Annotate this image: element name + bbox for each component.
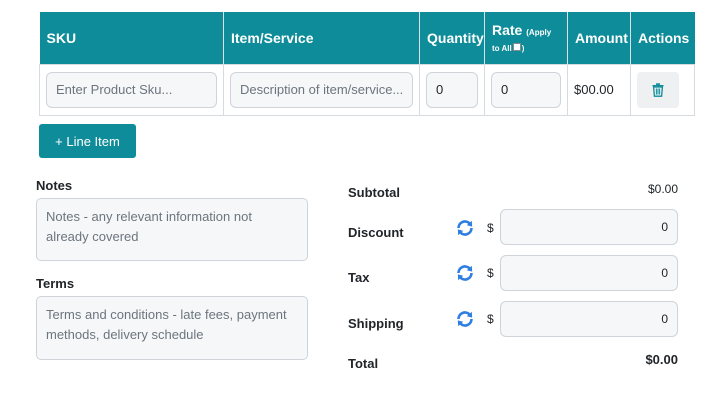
discount-input[interactable] xyxy=(500,209,678,245)
delete-row-button[interactable] xyxy=(637,71,679,108)
subtotal-label: Subtotal xyxy=(348,185,400,200)
quantity-cell xyxy=(419,63,485,116)
trash-icon xyxy=(652,82,664,97)
sku-input[interactable] xyxy=(46,71,217,108)
total-value: $0.00 xyxy=(645,352,678,367)
shipping-label: Shipping xyxy=(348,316,404,331)
tax-label: Tax xyxy=(348,270,370,285)
terms-label: Terms xyxy=(36,276,75,291)
apply-to-all-checkbox[interactable] xyxy=(512,43,521,52)
discount-cycle-icon[interactable] xyxy=(455,218,475,238)
quantity-input[interactable] xyxy=(426,71,478,108)
item-cell xyxy=(223,63,420,116)
header-rate: Rate (Apply to All) xyxy=(484,12,568,64)
shipping-input[interactable] xyxy=(500,301,678,337)
tax-input[interactable] xyxy=(500,255,678,291)
item-description-input[interactable] xyxy=(230,71,413,108)
line-items-table: SKU Item/Service Quantity Rate (Apply to… xyxy=(39,12,695,116)
discount-currency: $ xyxy=(487,221,494,235)
header-item-service: Item/Service xyxy=(223,12,420,64)
header-actions: Actions xyxy=(630,12,695,64)
discount-label: Discount xyxy=(348,225,404,240)
header-sku: SKU xyxy=(39,12,224,64)
total-label: Total xyxy=(348,356,379,371)
header-rate-note-end: ) xyxy=(521,43,525,53)
sku-cell xyxy=(39,63,224,116)
amount-value: $00.00 xyxy=(567,63,631,116)
shipping-cycle-icon[interactable] xyxy=(455,309,475,329)
table-row: $00.00 xyxy=(39,63,695,116)
notes-label: Notes xyxy=(36,178,73,193)
rate-input[interactable] xyxy=(491,71,561,108)
notes-textarea[interactable] xyxy=(36,198,308,261)
shipping-currency: $ xyxy=(487,312,494,326)
subtotal-value: $0.00 xyxy=(647,182,678,196)
header-rate-label: Rate xyxy=(492,21,523,38)
header-quantity: Quantity xyxy=(419,12,485,64)
header-amount: Amount xyxy=(567,12,631,64)
add-line-item-button[interactable]: + Line Item xyxy=(39,124,136,158)
terms-textarea[interactable] xyxy=(36,296,308,360)
rate-cell xyxy=(484,63,568,116)
table-header-row: SKU Item/Service Quantity Rate (Apply to… xyxy=(39,12,695,64)
tax-cycle-icon[interactable] xyxy=(455,263,475,283)
tax-currency: $ xyxy=(487,266,494,280)
actions-cell xyxy=(630,63,695,116)
